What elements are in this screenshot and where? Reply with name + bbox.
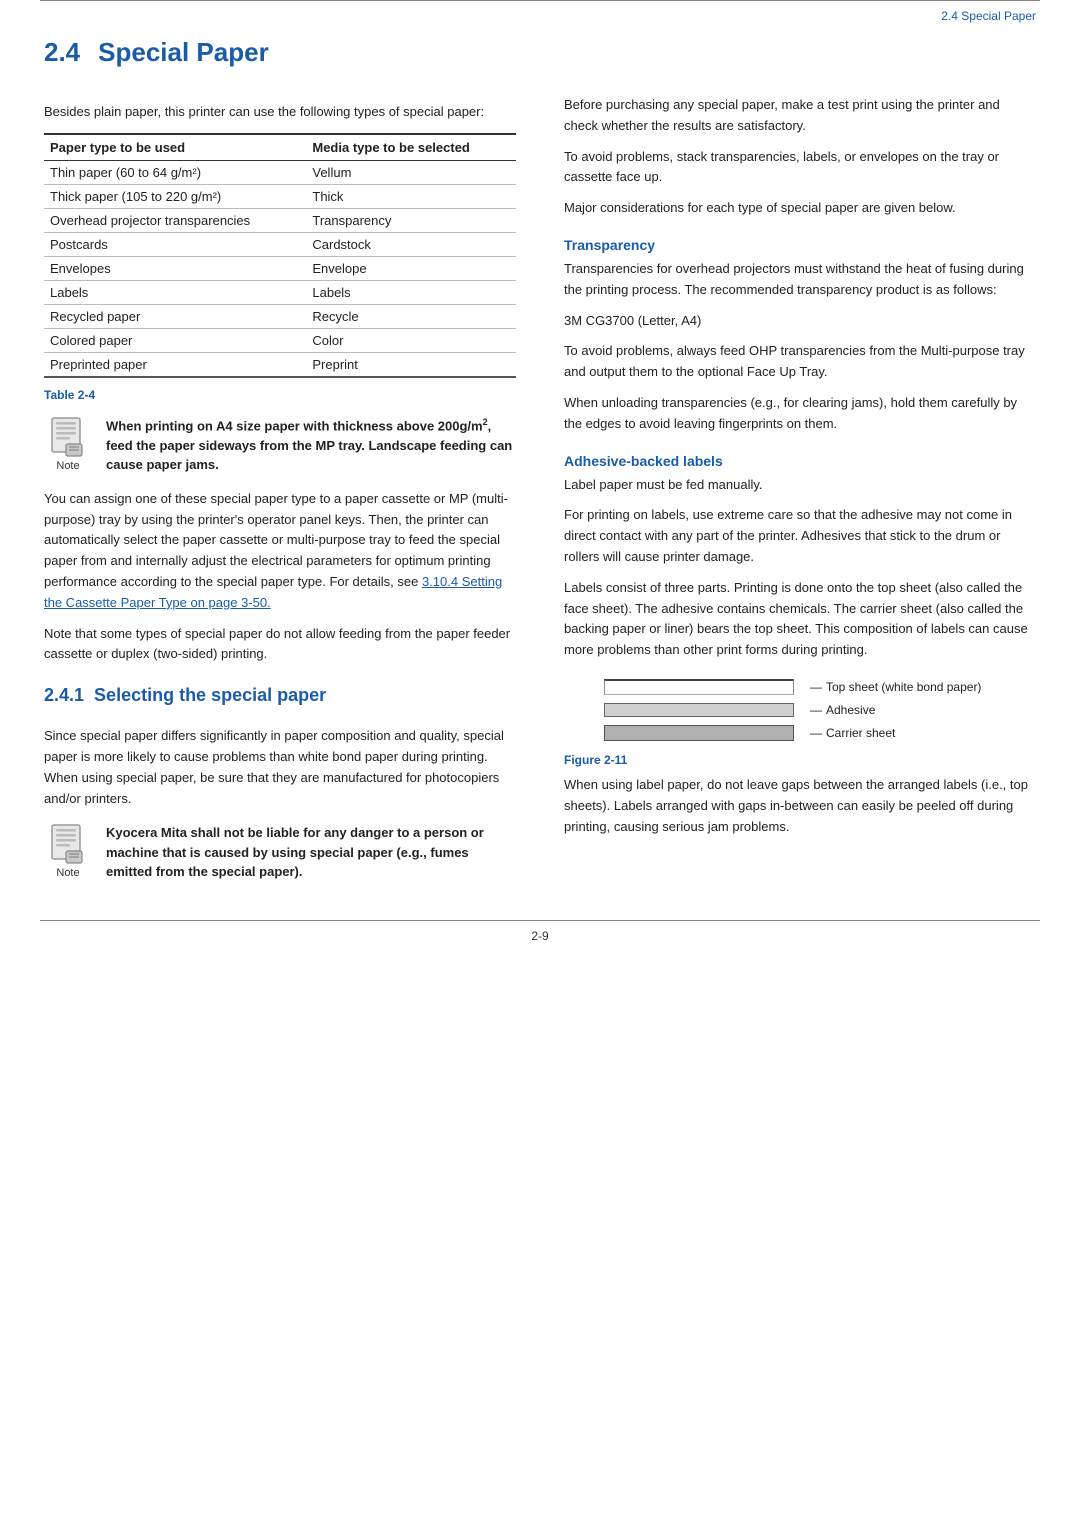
media-type-cell: Transparency (306, 209, 516, 233)
figure-caption: Figure 2-11 (564, 753, 627, 767)
adhesive-body4: When using label paper, do not leave gap… (564, 775, 1036, 837)
paper-type-cell: Colored paper (44, 329, 306, 353)
paper-type-cell: Preprinted paper (44, 353, 306, 378)
figure-2-11: — Top sheet (white bond paper) — Adhesiv… (564, 679, 1036, 767)
media-type-cell: Thick (306, 185, 516, 209)
subsection-intro: Since special paper differs significantl… (44, 726, 516, 809)
top-sheet-label: Top sheet (white bond paper) (826, 680, 981, 694)
table-row: EnvelopesEnvelope (44, 257, 516, 281)
figure-layers: — Top sheet (white bond paper) — Adhesiv… (604, 679, 981, 741)
section-title-row: 2.4 Special Paper (44, 37, 516, 86)
table-row: PostcardsCardstock (44, 233, 516, 257)
media-type-cell: Labels (306, 281, 516, 305)
col2-header: Media type to be selected (306, 134, 516, 161)
media-type-cell: Cardstock (306, 233, 516, 257)
transparency-para3: When unloading transparencies (e.g., for… (564, 393, 1036, 435)
intro-text: Besides plain paper, this printer can us… (44, 104, 516, 119)
body-para2: Note that some types of special paper do… (44, 624, 516, 666)
adhesive-dash: — (810, 703, 822, 717)
note1-box: Note When printing on A4 size paper with… (44, 416, 516, 475)
note1-label: Note (56, 460, 79, 472)
table-row: LabelsLabels (44, 281, 516, 305)
paper-type-cell: Thin paper (60 to 64 g/m²) (44, 161, 306, 185)
note2-label: Note (56, 867, 79, 879)
section-ref-label: 2.4 Special Paper (941, 9, 1036, 23)
top-header: 2.4 Special Paper (0, 1, 1080, 27)
page: 2.4 Special Paper 2.4 Special Paper Besi… (0, 0, 1080, 1528)
paper-type-cell: Recycled paper (44, 305, 306, 329)
top-sheet-dash: — (810, 680, 822, 694)
note2-icon-svg (48, 823, 88, 865)
note1-icon: Note (44, 416, 92, 472)
transparency-heading: Transparency (564, 237, 1036, 253)
table-row: Thin paper (60 to 64 g/m²)Vellum (44, 161, 516, 185)
table-caption: Table 2-4 (44, 388, 516, 402)
table-row: Recycled paperRecycle (44, 305, 516, 329)
note-icon-svg (48, 416, 88, 458)
carrier-dash: — (810, 726, 822, 740)
note2-box: Note Kyocera Mita shall not be liable fo… (44, 823, 516, 882)
transparency-product: 3M CG3700 (Letter, A4) (564, 311, 1036, 332)
note2-text: Kyocera Mita shall not be liable for any… (106, 823, 516, 882)
top-sheet-bar (604, 679, 794, 695)
media-type-cell: Color (306, 329, 516, 353)
paper-type-cell: Postcards (44, 233, 306, 257)
right-column: Before purchasing any special paper, mak… (556, 27, 1036, 896)
paper-table: Paper type to be used Media type to be s… (44, 133, 516, 378)
media-type-cell: Preprint (306, 353, 516, 378)
table-row: Thick paper (105 to 220 g/m²)Thick (44, 185, 516, 209)
col1-header: Paper type to be used (44, 134, 306, 161)
right-intro: Before purchasing any special paper, mak… (564, 95, 1036, 137)
body-para1: You can assign one of these special pape… (44, 489, 516, 614)
carrier-label-row: — Carrier sheet (810, 725, 981, 741)
left-column: 2.4 Special Paper Besides plain paper, t… (44, 27, 524, 896)
content-area: 2.4 Special Paper Besides plain paper, t… (0, 27, 1080, 896)
transparency-body: Transparencies for overhead projectors m… (564, 259, 1036, 301)
table-row: Overhead projector transparenciesTranspa… (44, 209, 516, 233)
table-row: Preprinted paperPreprint (44, 353, 516, 378)
section-number: 2.4 (44, 37, 80, 68)
transparency-para2: To avoid problems, always feed OHP trans… (564, 341, 1036, 383)
layer-label-column: — Top sheet (white bond paper) — Adhesiv… (802, 679, 981, 741)
adhesive-body2: For printing on labels, use extreme care… (564, 505, 1036, 567)
note1-text: When printing on A4 size paper with thic… (106, 416, 516, 475)
layer-bars (604, 679, 794, 741)
subsection-title: Selecting the special paper (94, 685, 326, 706)
carrier-bar (604, 725, 794, 741)
paper-type-cell: Envelopes (44, 257, 306, 281)
paper-type-cell: Labels (44, 281, 306, 305)
paper-type-cell: Overhead projector transparencies (44, 209, 306, 233)
right-para2: To avoid problems, stack transparencies,… (564, 147, 1036, 189)
section-title: Special Paper (98, 37, 269, 68)
media-type-cell: Recycle (306, 305, 516, 329)
media-type-cell: Vellum (306, 161, 516, 185)
adhesive-label: Adhesive (826, 703, 875, 717)
adhesive-body3: Labels consist of three parts. Printing … (564, 578, 1036, 661)
table-row: Colored paperColor (44, 329, 516, 353)
adhesive-bar (604, 703, 794, 717)
media-type-cell: Envelope (306, 257, 516, 281)
paper-type-cell: Thick paper (105 to 220 g/m²) (44, 185, 306, 209)
adhesive-body1: Label paper must be fed manually. (564, 475, 1036, 496)
carrier-label: Carrier sheet (826, 726, 895, 740)
subsection-title-row: 2.4.1 Selecting the special paper (44, 685, 516, 716)
top-sheet-label-row: — Top sheet (white bond paper) (810, 679, 981, 695)
page-number: 2-9 (0, 921, 1080, 955)
note2-icon: Note (44, 823, 92, 879)
adhesive-heading: Adhesive-backed labels (564, 453, 1036, 469)
right-para3: Major considerations for each type of sp… (564, 198, 1036, 219)
adhesive-label-row: — Adhesive (810, 703, 981, 717)
subsection-number: 2.4.1 (44, 685, 84, 706)
